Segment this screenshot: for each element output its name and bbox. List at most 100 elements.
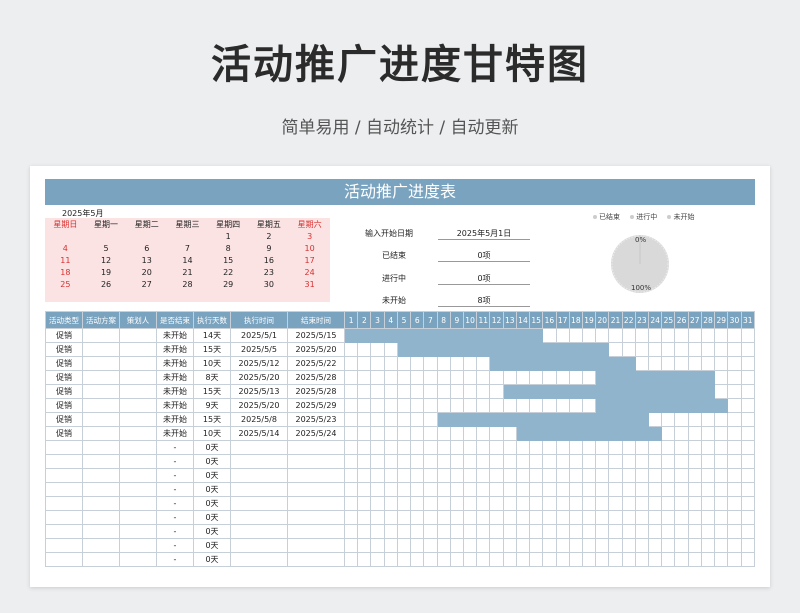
cell-plan[interactable] xyxy=(82,496,120,511)
cell-status[interactable]: - xyxy=(156,552,194,567)
cell-owner[interactable] xyxy=(119,524,157,539)
cell-end[interactable] xyxy=(287,538,345,553)
cell-type[interactable] xyxy=(45,496,83,511)
cell-plan[interactable] xyxy=(82,426,120,441)
cell-days[interactable]: 15天 xyxy=(193,412,231,427)
cell-type[interactable]: 促销 xyxy=(45,356,83,371)
cell-end[interactable]: 2025/5/24 xyxy=(287,426,345,441)
cell-start[interactable] xyxy=(230,496,288,511)
start-date-input[interactable]: 2025年5月1日 xyxy=(438,228,530,240)
cell-start[interactable] xyxy=(230,552,288,567)
cell-days[interactable]: 10天 xyxy=(193,356,231,371)
cell-days[interactable]: 9天 xyxy=(193,398,231,413)
cell-days[interactable]: 0天 xyxy=(193,440,231,455)
cell-status[interactable]: - xyxy=(156,524,194,539)
cell-owner[interactable] xyxy=(119,370,157,385)
cell-end[interactable]: 2025/5/20 xyxy=(287,342,345,357)
cell-owner[interactable] xyxy=(119,412,157,427)
cell-plan[interactable] xyxy=(82,524,120,539)
cell-owner[interactable] xyxy=(119,454,157,469)
cell-days[interactable]: 0天 xyxy=(193,496,231,511)
cell-owner[interactable] xyxy=(119,538,157,553)
cell-type[interactable]: 促销 xyxy=(45,426,83,441)
cell-start[interactable]: 2025/5/20 xyxy=(230,370,288,385)
cell-type[interactable]: 促销 xyxy=(45,384,83,399)
cell-end[interactable] xyxy=(287,510,345,525)
cell-type[interactable] xyxy=(45,440,83,455)
cell-end[interactable]: 2025/5/28 xyxy=(287,384,345,399)
cell-days[interactable]: 0天 xyxy=(193,552,231,567)
cell-owner[interactable] xyxy=(119,342,157,357)
cell-type[interactable] xyxy=(45,510,83,525)
cell-owner[interactable] xyxy=(119,496,157,511)
cell-type[interactable] xyxy=(45,524,83,539)
cell-start[interactable] xyxy=(230,524,288,539)
cell-plan[interactable] xyxy=(82,328,120,343)
cell-plan[interactable] xyxy=(82,398,120,413)
cell-type[interactable]: 促销 xyxy=(45,370,83,385)
cell-plan[interactable] xyxy=(82,482,120,497)
cell-plan[interactable] xyxy=(82,538,120,553)
cell-status[interactable]: 未开始 xyxy=(156,342,194,357)
cell-start[interactable] xyxy=(230,538,288,553)
cell-end[interactable] xyxy=(287,496,345,511)
cell-start[interactable]: 2025/5/1 xyxy=(230,328,288,343)
cell-days[interactable]: 0天 xyxy=(193,482,231,497)
cell-days[interactable]: 0天 xyxy=(193,524,231,539)
cell-owner[interactable] xyxy=(119,426,157,441)
cell-start[interactable]: 2025/5/8 xyxy=(230,412,288,427)
cell-owner[interactable] xyxy=(119,468,157,483)
cell-type[interactable] xyxy=(45,552,83,567)
cell-start[interactable] xyxy=(230,510,288,525)
cell-end[interactable]: 2025/5/22 xyxy=(287,356,345,371)
cell-end[interactable] xyxy=(287,524,345,539)
cell-type[interactable] xyxy=(45,468,83,483)
cell-days[interactable]: 0天 xyxy=(193,454,231,469)
cell-days[interactable]: 0天 xyxy=(193,538,231,553)
cell-plan[interactable] xyxy=(82,468,120,483)
cell-days[interactable]: 15天 xyxy=(193,342,231,357)
cell-plan[interactable] xyxy=(82,440,120,455)
cell-status[interactable]: - xyxy=(156,510,194,525)
cell-end[interactable]: 2025/5/29 xyxy=(287,398,345,413)
cell-plan[interactable] xyxy=(82,412,120,427)
cell-plan[interactable] xyxy=(82,552,120,567)
cell-start[interactable]: 2025/5/13 xyxy=(230,384,288,399)
cell-end[interactable]: 2025/5/23 xyxy=(287,412,345,427)
cell-owner[interactable] xyxy=(119,398,157,413)
cell-owner[interactable] xyxy=(119,510,157,525)
cell-days[interactable]: 10天 xyxy=(193,426,231,441)
cell-plan[interactable] xyxy=(82,342,120,357)
cell-status[interactable]: - xyxy=(156,482,194,497)
cell-plan[interactable] xyxy=(82,356,120,371)
cell-plan[interactable] xyxy=(82,370,120,385)
cell-end[interactable]: 2025/5/28 xyxy=(287,370,345,385)
cell-days[interactable]: 14天 xyxy=(193,328,231,343)
cell-plan[interactable] xyxy=(82,454,120,469)
cell-owner[interactable] xyxy=(119,440,157,455)
cell-end[interactable] xyxy=(287,440,345,455)
cell-status[interactable]: - xyxy=(156,440,194,455)
cell-status[interactable]: - xyxy=(156,454,194,469)
cell-end[interactable] xyxy=(287,454,345,469)
cell-owner[interactable] xyxy=(119,552,157,567)
cell-owner[interactable] xyxy=(119,328,157,343)
cell-status[interactable]: 未开始 xyxy=(156,412,194,427)
cell-type[interactable]: 促销 xyxy=(45,328,83,343)
cell-status[interactable]: 未开始 xyxy=(156,398,194,413)
cell-end[interactable] xyxy=(287,468,345,483)
cell-status[interactable]: 未开始 xyxy=(156,384,194,399)
cell-type[interactable] xyxy=(45,482,83,497)
cell-start[interactable]: 2025/5/5 xyxy=(230,342,288,357)
cell-end[interactable] xyxy=(287,552,345,567)
cell-status[interactable]: - xyxy=(156,496,194,511)
cell-status[interactable]: - xyxy=(156,538,194,553)
cell-days[interactable]: 8天 xyxy=(193,370,231,385)
cell-end[interactable] xyxy=(287,482,345,497)
cell-status[interactable]: 未开始 xyxy=(156,328,194,343)
cell-days[interactable]: 0天 xyxy=(193,468,231,483)
cell-type[interactable]: 促销 xyxy=(45,412,83,427)
cell-type[interactable] xyxy=(45,538,83,553)
cell-start[interactable] xyxy=(230,468,288,483)
cell-status[interactable]: - xyxy=(156,468,194,483)
